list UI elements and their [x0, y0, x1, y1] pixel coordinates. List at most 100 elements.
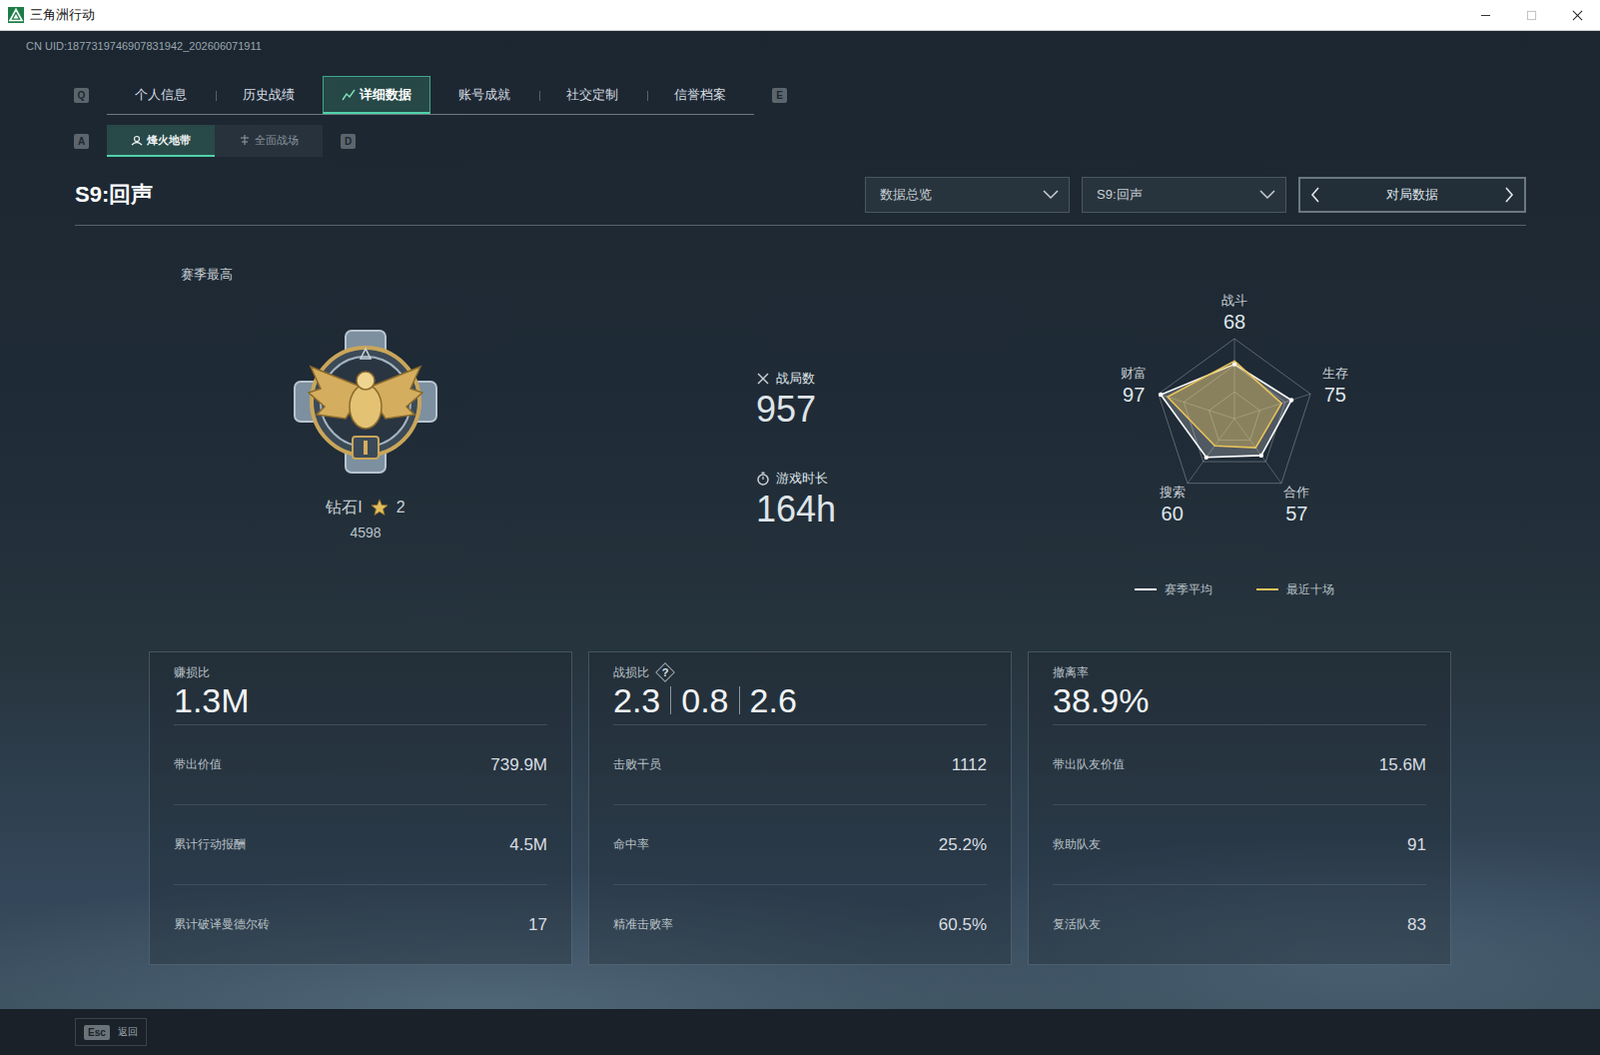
- radar-series: [1167, 360, 1282, 448]
- card-value: 38.9%: [1052, 680, 1427, 721]
- card-row: 救助队友 91: [1052, 804, 1427, 885]
- radar-point: [1259, 453, 1264, 458]
- stat-card: 赚损比 1.3M 带出价值 739.9M累计行动报酬 4.5M累计破译曼德尔砖 …: [148, 651, 573, 965]
- ability-radar: 战斗 68 生存 75 合作 57 搜索 60 财富 97 赛季平均 最近十场: [1084, 265, 1385, 600]
- rank-score: 4598: [349, 522, 381, 543]
- esc-key: Esc: [83, 1024, 110, 1040]
- legend-item: 赛季平均: [1134, 579, 1213, 600]
- card-row: 复活队友 83: [1052, 884, 1427, 964]
- close-icon: [1572, 9, 1584, 21]
- title-bar: 三角洲行动: [0, 0, 1600, 31]
- dropdown[interactable]: 数据总览: [864, 176, 1070, 213]
- card-label: 战损比 ?: [613, 664, 987, 681]
- card-value: 2.30.82.6: [613, 680, 987, 721]
- prev-mode-key[interactable]: A: [73, 133, 89, 149]
- tab-list: 个人信息 历史战绩 详细数据 账号成就 社交定制 信誉档案: [106, 75, 755, 115]
- next-mode-key[interactable]: D: [340, 133, 356, 149]
- radar-axis-label: 财富: [1120, 365, 1147, 381]
- stopwatch-icon: [756, 471, 771, 486]
- radar-point: [1232, 361, 1237, 366]
- radar-axis-value: 60: [1161, 502, 1184, 525]
- tab[interactable]: 信誉档案: [646, 75, 755, 114]
- bottom-bar: Esc 返回: [0, 1008, 1600, 1055]
- card-row: 命中率 25.2%: [613, 804, 987, 885]
- radar-point: [1289, 397, 1294, 402]
- stat-item: 游戏时长 164h: [756, 469, 956, 530]
- chart-icon: [341, 87, 356, 102]
- stat-cards: 赚损比 1.3M 带出价值 739.9M累计行动报酬 4.5M累计破译曼德尔砖 …: [0, 651, 1600, 965]
- help-icon[interactable]: ?: [657, 664, 674, 681]
- stats-screen: CN UID:1877319746907831942_202606071911 …: [0, 30, 1600, 1009]
- radar-axis-value: 68: [1223, 310, 1246, 333]
- tab[interactable]: 详细数据: [322, 75, 431, 114]
- tab[interactable]: 历史战绩: [214, 75, 323, 114]
- radar-point: [1158, 392, 1163, 397]
- card-row: 精准击败率 60.5%: [613, 884, 987, 964]
- radar-axis-value: 97: [1122, 383, 1145, 406]
- tab[interactable]: 社交定制: [538, 75, 647, 114]
- card-row: 累计破译曼德尔砖 17: [173, 884, 548, 964]
- legend-swatch: [1256, 588, 1279, 591]
- window-title: 三角洲行动: [29, 5, 95, 24]
- legend-item: 最近十场: [1256, 579, 1335, 600]
- mode-tab[interactable]: 全面战场: [214, 124, 323, 157]
- minimize-icon: [1480, 9, 1492, 21]
- rank-name: 钻石I 2: [325, 496, 405, 519]
- pager-label: 对局数据: [1386, 185, 1439, 204]
- card-row: 带出价值 739.9M: [173, 725, 548, 805]
- warfare-icon: [238, 133, 251, 146]
- season-header: S9:回声 数据总览 S9:回声 对局数据: [74, 176, 1527, 226]
- star-icon: [370, 498, 389, 517]
- maximize-button[interactable]: [1508, 0, 1555, 30]
- game-window: 三角洲行动 CN UID:1877319746907831942_2026060…: [0, 0, 1600, 1055]
- card-value: 1.3M: [173, 680, 548, 721]
- mode-tabs: A 烽火地带 全面战场 D: [0, 124, 1600, 157]
- stat-item: 战局数 957: [756, 369, 956, 430]
- uid-text: CN UID:1877319746907831942_202606071911: [0, 30, 1600, 53]
- chevron-down-icon: [1042, 189, 1059, 200]
- season-title: S9:回声: [74, 179, 153, 210]
- card-row: 带出队友价值 15.6M: [1052, 725, 1427, 805]
- overview: 赛季最高 钻石I 2 4598 战局数 957 游戏时长 164h 战斗 68 生存…: [0, 225, 1600, 600]
- radar-axis-label: 生存: [1322, 365, 1349, 381]
- radar-axis-label: 搜索: [1159, 484, 1186, 500]
- chevron-right-icon: [1504, 186, 1515, 203]
- app-logo-icon: [7, 6, 24, 23]
- prev-tab-key[interactable]: Q: [73, 87, 89, 103]
- main-tabs: Q 个人信息 历史战绩 详细数据 账号成就 社交定制 信誉档案 E: [0, 75, 1600, 115]
- season-best-label: 赛季最高: [180, 265, 233, 284]
- card-row: 累计行动报酬 4.5M: [173, 804, 548, 885]
- legend-swatch: [1134, 588, 1157, 591]
- pager-prev-button[interactable]: [1300, 186, 1331, 203]
- minimize-button[interactable]: [1462, 0, 1509, 30]
- close-button[interactable]: [1554, 0, 1600, 30]
- radar-grid: [1158, 338, 1311, 484]
- radar-point: [1204, 455, 1209, 460]
- next-tab-key[interactable]: E: [772, 87, 788, 103]
- season-best: 赛季最高 钻石I 2 4598: [180, 265, 551, 543]
- radar-axis-value: 75: [1324, 383, 1347, 406]
- radar-axis-label: 战斗: [1221, 292, 1248, 308]
- radar-legend: 赛季平均 最近十场: [1134, 579, 1335, 600]
- rank-badge-icon: [290, 326, 441, 477]
- crossed-swords-icon: [756, 371, 771, 386]
- back-button[interactable]: Esc 返回: [74, 1017, 147, 1046]
- radar-axis-value: 57: [1285, 502, 1308, 525]
- data-pager: 对局数据: [1298, 176, 1527, 213]
- card-label: 赚损比: [173, 664, 548, 681]
- card-row: 击败干员 1112: [613, 725, 987, 805]
- tab[interactable]: 账号成就: [430, 75, 539, 114]
- mode-tab[interactable]: 烽火地带: [106, 124, 215, 157]
- chevron-left-icon: [1310, 186, 1321, 203]
- play-stats: 战局数 957 游戏时长 164h: [756, 369, 956, 530]
- card-label: 撤离率: [1052, 664, 1427, 681]
- stat-card: 撤离率 38.9% 带出队友价值 15.6M救助队友 91复活队友 83: [1027, 651, 1452, 965]
- dropdown[interactable]: S9:回声: [1081, 176, 1287, 213]
- radar-chart: 战斗 68 生存 75 合作 57 搜索 60 财富 97: [1084, 265, 1385, 566]
- stat-card: 战损比 ? 2.30.82.6 击败干员 1112命中率 25.2%精准击败率 …: [588, 651, 1012, 965]
- radar-axis-label: 合作: [1283, 484, 1310, 500]
- maximize-icon: [1526, 9, 1538, 21]
- pager-next-button[interactable]: [1494, 186, 1525, 203]
- tab[interactable]: 个人信息: [106, 75, 215, 114]
- chevron-down-icon: [1259, 189, 1276, 200]
